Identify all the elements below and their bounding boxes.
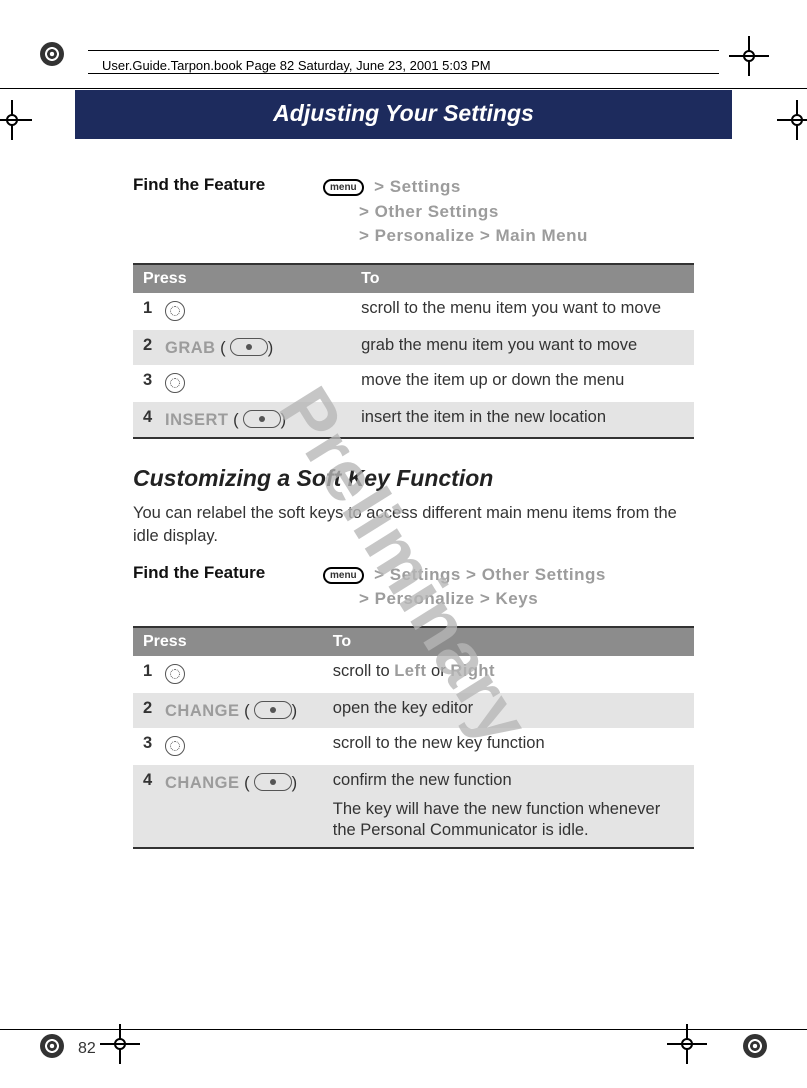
nav-key-icon — [165, 736, 185, 756]
steps-table: Press To 1scroll to Left or Right2CHANGE… — [133, 626, 694, 850]
step-press: GRAB () — [155, 330, 351, 365]
step-number: 4 — [133, 765, 155, 848]
step-press — [155, 728, 323, 765]
col-header-press: Press — [133, 627, 323, 656]
step-number: 3 — [133, 365, 155, 402]
nav-path-line: > Other Settings — [359, 202, 499, 221]
nav-key-icon — [165, 664, 185, 684]
chapter-bar: Adjusting Your Settings — [75, 90, 732, 139]
table-row: 2CHANGE ()open the key editor — [133, 693, 694, 728]
crop-corner-icon — [743, 1034, 767, 1058]
hairline — [0, 88, 807, 89]
step-to: scroll to the new key function — [323, 728, 694, 765]
soft-key-icon — [230, 338, 268, 356]
nav-key-icon — [165, 301, 185, 321]
table-row: 1 scroll to Left or Right — [133, 656, 694, 693]
find-the-feature-label: Find the Feature — [133, 563, 323, 583]
step-number: 3 — [133, 728, 155, 765]
step-to: move the item up or down the menu — [351, 365, 694, 402]
table-row: 4INSERT ()insert the item in the new loc… — [133, 402, 694, 438]
table-row: 4CHANGE ()confirm the new functionThe ke… — [133, 765, 694, 848]
step-press: CHANGE () — [155, 765, 323, 848]
nav-path-line: > Settings > Other Settings — [374, 565, 606, 584]
step-to: scroll to Left or Right — [323, 656, 694, 693]
crop-cross-icon — [100, 1024, 140, 1064]
nav-path-line: > Personalize > Keys — [359, 589, 538, 608]
menu-button-icon: menu — [323, 179, 364, 196]
crop-cross-icon — [667, 1024, 707, 1064]
step-number: 1 — [133, 656, 155, 693]
step-to: open the key editor — [323, 693, 694, 728]
steps-table: Press To 1 scroll to the menu item you wa… — [133, 263, 694, 439]
table-row: 3 scroll to the new key function — [133, 728, 694, 765]
soft-key-icon — [243, 410, 281, 428]
step-number: 2 — [133, 693, 155, 728]
section-heading: Customizing a Soft Key Function — [133, 465, 694, 492]
col-header-press: Press — [133, 264, 351, 293]
step-press: CHANGE () — [155, 693, 323, 728]
soft-key-icon — [254, 701, 292, 719]
step-press — [155, 365, 351, 402]
table-row: 3 move the item up or down the menu — [133, 365, 694, 402]
step-number: 4 — [133, 402, 155, 438]
soft-key-icon — [254, 773, 292, 791]
crop-corner-icon — [40, 42, 64, 66]
col-header-to: To — [351, 264, 694, 293]
step-press: INSERT () — [155, 402, 351, 438]
find-the-feature-label: Find the Feature — [133, 175, 323, 195]
nav-path-line: > Personalize > Main Menu — [359, 226, 588, 245]
page-number: 82 — [78, 1040, 96, 1058]
col-header-to: To — [323, 627, 694, 656]
find-the-feature: Find the Feature menu > Settings > Other… — [133, 175, 694, 249]
book-header: User.Guide.Tarpon.book Page 82 Saturday,… — [100, 55, 497, 74]
crop-cross-icon — [0, 100, 32, 140]
crop-cross-icon — [777, 100, 807, 140]
nav-key-icon — [165, 373, 185, 393]
find-the-feature: Find the Feature menu > Settings > Other… — [133, 563, 694, 612]
crop-cross-icon — [729, 36, 769, 76]
nav-path-line: > Settings — [374, 177, 461, 196]
body-text: You can relabel the soft keys to access … — [133, 502, 694, 548]
step-to: insert the item in the new location — [351, 402, 694, 438]
step-to: confirm the new functionThe key will hav… — [323, 765, 694, 848]
step-press — [155, 656, 323, 693]
step-to: grab the menu item you want to move — [351, 330, 694, 365]
crop-corner-icon — [40, 1034, 64, 1058]
table-row: 2GRAB ()grab the menu item you want to m… — [133, 330, 694, 365]
step-number: 1 — [133, 293, 155, 330]
step-press — [155, 293, 351, 330]
menu-button-icon: menu — [323, 567, 364, 584]
step-to: scroll to the menu item you want to move — [351, 293, 694, 330]
table-row: 1 scroll to the menu item you want to mov… — [133, 293, 694, 330]
hairline — [0, 1029, 807, 1030]
step-number: 2 — [133, 330, 155, 365]
